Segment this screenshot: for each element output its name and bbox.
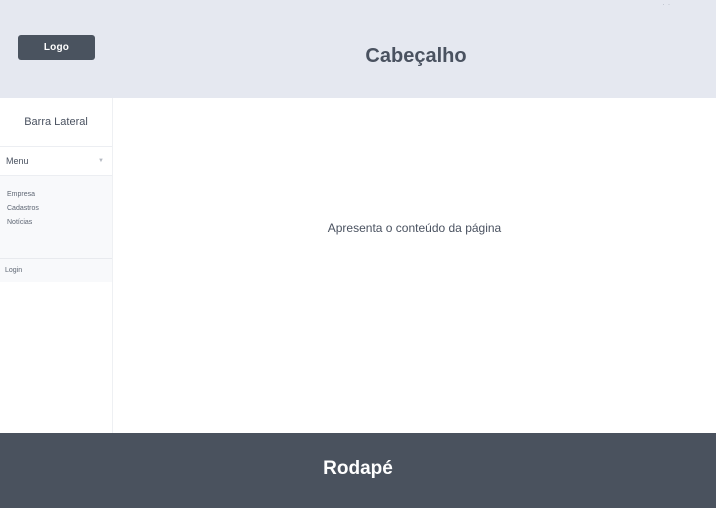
- menu-item-noticias[interactable]: Notícias: [7, 216, 112, 230]
- header-title: Cabeçalho: [365, 45, 467, 67]
- logo-label: Logo: [43, 42, 70, 53]
- menu-list: Empresa Cadastros Notícias: [0, 176, 112, 258]
- login-link[interactable]: Login: [0, 258, 112, 282]
- sidebar-title: Barra Lateral: [24, 116, 88, 128]
- sidebar: Barra Lateral Menu ▼ Empresa Cadastros N…: [0, 98, 113, 433]
- menu-toggle[interactable]: Menu ▼: [0, 146, 112, 176]
- header-corner-dots: · ·: [662, 2, 671, 8]
- footer: Rodapé: [0, 433, 716, 508]
- login-label: Login: [5, 267, 23, 274]
- menu-item-empresa[interactable]: Empresa: [7, 188, 112, 202]
- header: Logo Cabeçalho · ·: [0, 0, 716, 98]
- footer-title: Rodapé: [323, 458, 393, 479]
- page: Logo Cabeçalho · · Barra Lateral Menu ▼ …: [0, 0, 716, 508]
- main-content: Apresenta o conteúdo da página: [113, 98, 716, 433]
- logo-button[interactable]: Logo: [18, 35, 95, 60]
- menu-label: Menu: [6, 156, 29, 166]
- chevron-down-icon: ▼: [98, 158, 104, 164]
- content-text: Apresenta o conteúdo da página: [327, 221, 502, 235]
- menu-item-cadastros[interactable]: Cadastros: [7, 202, 112, 216]
